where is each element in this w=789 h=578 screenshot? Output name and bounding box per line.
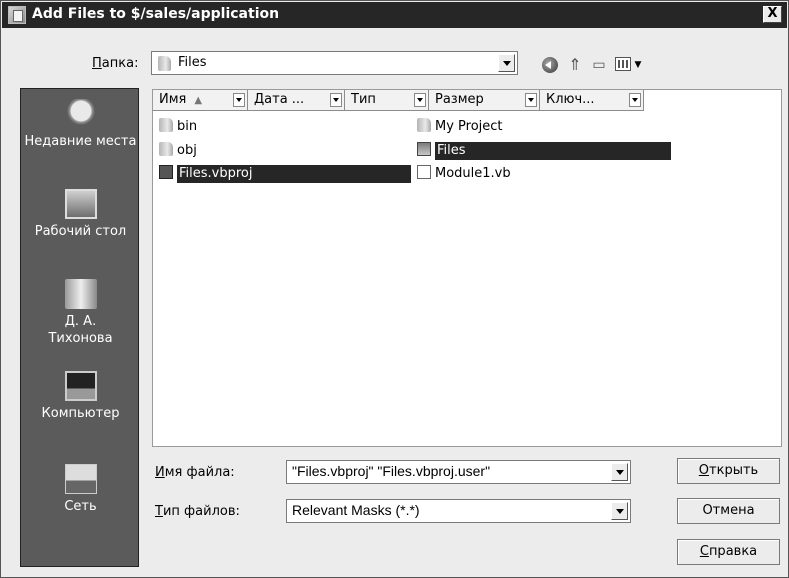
column-filter-arrow-icon[interactable] xyxy=(629,93,641,107)
folder-icon xyxy=(159,142,173,156)
places-bar: Недавние места Рабочий стол Д. А. Тихоно… xyxy=(20,88,139,567)
up-folder-icon[interactable]: ⇑ xyxy=(566,57,584,73)
place-network-label: Сеть xyxy=(64,499,97,514)
filename-label-rest: мя файла: xyxy=(164,465,235,480)
file-name: bin xyxy=(177,119,198,134)
look-in-label: Папка: xyxy=(92,56,138,71)
filetype-value: Relevant Masks (*.*) xyxy=(292,502,420,518)
look-in-value: Files xyxy=(178,55,207,70)
list-item[interactable]: Files.vbproj xyxy=(159,165,411,183)
folder-icon xyxy=(158,56,171,71)
column-filter-arrow-icon[interactable] xyxy=(414,93,426,107)
filename-label: Имя файла: xyxy=(155,465,235,480)
column-filter-arrow-icon[interactable] xyxy=(233,93,245,107)
file-name: My Project xyxy=(435,119,503,134)
column-date-label: Дата ... xyxy=(254,92,305,107)
filename-field[interactable]: "Files.vbproj" "Files.vbproj.user" xyxy=(286,460,631,484)
open-button[interactable]: Открыть xyxy=(677,458,780,484)
column-name-label: Имя xyxy=(159,92,187,107)
column-header-date[interactable]: Дата ... xyxy=(248,90,345,111)
add-files-dialog: Add Files to $/sales/application X Папка… xyxy=(0,0,789,578)
filetype-combo[interactable]: Relevant Masks (*.*) xyxy=(286,499,631,523)
filetype-dropdown-arrow[interactable] xyxy=(611,502,628,520)
vbproj-file-icon xyxy=(159,165,173,179)
computer-icon xyxy=(64,371,97,401)
file-name: Files.vbproj xyxy=(177,165,411,183)
title-bar[interactable]: Add Files to $/sales/application X xyxy=(2,2,787,28)
filename-label-accel: И xyxy=(155,465,165,480)
cancel-button[interactable]: Отмена xyxy=(677,498,780,524)
list-item[interactable]: Files xyxy=(417,142,671,160)
recent-places-icon xyxy=(64,99,97,129)
back-icon[interactable] xyxy=(542,57,558,73)
list-item[interactable]: Module1.vb xyxy=(417,165,511,183)
look-in-combo[interactable]: Files xyxy=(151,51,518,75)
filename-dropdown-arrow[interactable] xyxy=(611,463,628,481)
folder-icon xyxy=(417,118,431,132)
file-name: obj xyxy=(177,143,197,158)
user-documents-icon xyxy=(64,279,97,309)
column-size-label: Размер xyxy=(435,92,484,107)
look-in-label-accel: П xyxy=(92,56,102,71)
new-folder-icon[interactable]: ▭ xyxy=(590,57,608,73)
column-header-name[interactable]: Имя ▲ xyxy=(153,90,248,111)
app-icon xyxy=(8,6,26,24)
place-network[interactable]: Сеть xyxy=(21,464,140,515)
place-computer-label: Компьютер xyxy=(41,406,120,421)
vb-file-icon xyxy=(417,165,431,179)
list-item[interactable]: My Project xyxy=(417,118,503,136)
filetype-label-accel: Т xyxy=(155,504,163,519)
place-desktop[interactable]: Рабочий стол xyxy=(21,189,140,240)
file-list[interactable]: Имя ▲ Дата ... Тип Размер Ключ... bin obj… xyxy=(152,89,782,447)
place-desktop-label: Рабочий стол xyxy=(34,224,127,239)
network-icon xyxy=(64,464,97,494)
filetype-label-rest: ип файлов: xyxy=(162,504,240,519)
filename-value: "Files.vbproj" "Files.vbproj.user" xyxy=(292,463,491,479)
file-name: Files xyxy=(435,142,671,160)
column-header-type[interactable]: Тип xyxy=(345,90,429,111)
look-in-label-rest: апка: xyxy=(101,56,139,71)
help-button[interactable]: Справка xyxy=(677,539,780,565)
vb-project-icon xyxy=(417,142,431,156)
help-button-accel: С xyxy=(699,544,709,559)
filetype-label: Тип файлов: xyxy=(155,504,240,519)
help-button-rest: правка xyxy=(708,544,758,559)
column-filter-arrow-icon[interactable] xyxy=(525,93,537,107)
file-name: Module1.vb xyxy=(435,166,511,181)
column-type-label: Тип xyxy=(351,92,376,107)
look-in-dropdown-arrow[interactable] xyxy=(498,54,515,72)
column-filter-arrow-icon[interactable] xyxy=(330,93,342,107)
desktop-icon xyxy=(64,189,97,219)
views-dropdown-arrow-icon[interactable]: ▼ xyxy=(629,57,647,73)
place-recent[interactable]: Недавние места xyxy=(21,99,140,150)
list-item[interactable]: obj xyxy=(159,142,197,160)
window-title: Add Files to $/sales/application xyxy=(32,6,280,22)
place-recent-label: Недавние места xyxy=(24,134,137,149)
place-computer[interactable]: Компьютер xyxy=(21,371,140,422)
column-key-label: Ключ... xyxy=(546,92,595,107)
list-item[interactable]: bin xyxy=(159,118,197,136)
place-user-documents[interactable]: Д. А. Тихонова xyxy=(21,279,140,347)
open-button-rest: ткрыть xyxy=(709,463,759,478)
column-header-size[interactable]: Размер xyxy=(429,90,540,111)
close-button[interactable]: X xyxy=(763,6,782,23)
column-header-key[interactable]: Ключ... xyxy=(540,90,644,111)
sort-ascending-icon: ▲ xyxy=(194,95,203,106)
place-user-label: Д. А. Тихонова xyxy=(48,314,113,346)
folder-icon xyxy=(159,118,173,132)
open-button-accel: О xyxy=(698,463,710,478)
